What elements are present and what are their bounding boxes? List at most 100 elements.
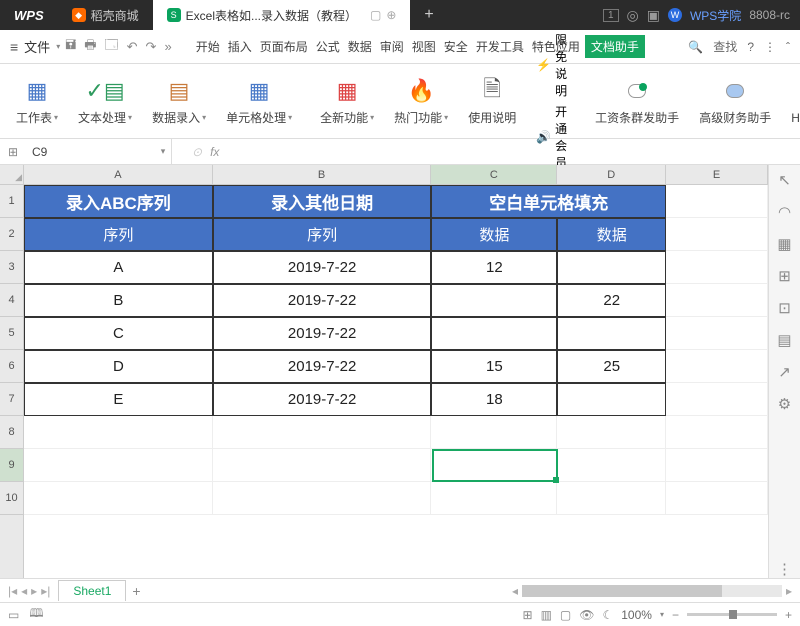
row-header-10[interactable]: 10 (0, 482, 23, 515)
menu-dochelper[interactable]: 文档助手 (585, 35, 645, 58)
box2-icon[interactable]: ▣ (647, 7, 660, 24)
row-header-4[interactable]: 4 (0, 284, 23, 317)
sheet-next-icon[interactable]: ▸ (29, 584, 39, 598)
cell-E8[interactable] (666, 416, 768, 449)
zoom-out-icon[interactable]: − (672, 608, 679, 622)
sheet-prev-icon[interactable]: ◂ (19, 584, 29, 598)
cell-A4[interactable]: B (24, 284, 213, 317)
zoom-value[interactable]: 100% (621, 608, 652, 622)
menu-view[interactable]: 视图 (409, 35, 439, 58)
view-normal-icon[interactable]: ⊞ (523, 608, 533, 622)
cell-A3[interactable]: A (24, 251, 213, 284)
redo-icon[interactable]: ↷ (143, 39, 160, 55)
collapse-icon[interactable]: ˆ (786, 40, 790, 54)
cell-C5[interactable] (431, 317, 557, 350)
rg-finance[interactable]: 高级财务助手 (691, 77, 779, 126)
col-header-B[interactable]: B (213, 165, 432, 184)
cell-C9[interactable] (431, 449, 557, 482)
cell-B7[interactable]: 2019-7-22 (213, 383, 432, 416)
help-icon[interactable]: ? (747, 40, 754, 54)
sp-grid-icon[interactable]: ⊞ (778, 267, 791, 285)
print-icon[interactable]: 🖶 (81, 36, 99, 58)
cell-B8[interactable] (213, 416, 432, 449)
cell-A5[interactable]: C (24, 317, 213, 350)
hscroll-thumb[interactable] (522, 585, 722, 597)
rg-hr[interactable]: HR助手 (783, 77, 800, 126)
cell-A8[interactable] (24, 416, 213, 449)
file-menu[interactable]: 文件 (24, 37, 50, 56)
col-header-C[interactable]: C (431, 165, 557, 184)
rg-usage[interactable]: 🗎 使用说明 (460, 77, 524, 126)
preview-icon[interactable]: 🗔 (102, 36, 122, 58)
row-header-3[interactable]: 3 (0, 251, 23, 284)
row-header-2[interactable]: 2 (0, 218, 23, 251)
rg-new-features[interactable]: ▦ 全新功能▾ (312, 77, 382, 126)
col-header-A[interactable]: A (24, 165, 213, 184)
cell-B5[interactable]: 2019-7-22 (213, 317, 432, 350)
cell-C7[interactable]: 18 (431, 383, 557, 416)
tab-doc[interactable]: S Excel表格如...录入数据（教程） ▢ ⊕ (153, 0, 411, 30)
exempt-link[interactable]: ⚡限免说明 (536, 31, 567, 99)
cell-A10[interactable] (24, 482, 213, 515)
cell-D9[interactable] (557, 449, 666, 482)
cell-D8[interactable] (557, 416, 666, 449)
cell-D10[interactable] (557, 482, 666, 515)
view-page-icon[interactable]: ▥ (541, 608, 552, 622)
cell-E3[interactable] (666, 251, 768, 284)
cloud-icon[interactable]: ◎ (627, 7, 639, 24)
namebox-dropdown[interactable]: ▾ (155, 146, 171, 157)
sheet-tab-1[interactable]: Sheet1 (58, 580, 126, 601)
cell-B6[interactable]: 2019-7-22 (213, 350, 432, 383)
cell-C4[interactable] (431, 284, 557, 317)
menu-layout[interactable]: 页面布局 (257, 35, 311, 58)
search-icon[interactable]: 🔍 (688, 40, 703, 54)
sp-export-icon[interactable]: ↗ (778, 363, 791, 381)
wps-academy-link[interactable]: WPS学院 (690, 7, 741, 24)
view-read-icon[interactable]: 👁 (579, 608, 594, 622)
cell-C8[interactable] (431, 416, 557, 449)
sp-more-icon[interactable]: ⋮ (777, 560, 792, 578)
rg-data-entry[interactable]: ▤ 数据录入▾ (144, 77, 214, 126)
cell-B4[interactable]: 2019-7-22 (213, 284, 432, 317)
cell-B9[interactable] (213, 449, 432, 482)
menu-data[interactable]: 数据 (345, 35, 375, 58)
rg-text[interactable]: ✓▤ 文本处理▾ (70, 77, 140, 126)
cell-A9[interactable] (24, 449, 213, 482)
col-header-E[interactable]: E (666, 165, 768, 184)
cell-E1[interactable] (666, 185, 768, 218)
sp-shape-icon[interactable]: ◠ (778, 203, 791, 221)
cell-E5[interactable] (666, 317, 768, 350)
tab-mall[interactable]: ◆ 稻壳商城 (58, 0, 153, 30)
cursor-icon[interactable]: ↖ (778, 171, 791, 189)
sheet-last-icon[interactable]: ▸| (39, 584, 52, 598)
cell-C2[interactable]: 数据 (431, 218, 557, 251)
menu-icon[interactable]: ≡ (10, 39, 18, 55)
sp-layers-icon[interactable]: ▤ (777, 331, 791, 349)
cell-B10[interactable] (213, 482, 432, 515)
tab-pin-icon[interactable]: ⊕ (386, 8, 396, 22)
cell-B1[interactable]: 录入其他日期 (213, 185, 432, 218)
rg-hot-features[interactable]: 🔥 热门功能▾ (386, 77, 456, 126)
cell-C6[interactable]: 15 (431, 350, 557, 383)
row-header-7[interactable]: 7 (0, 383, 23, 416)
cell-E9[interactable] (666, 449, 768, 482)
undo-icon[interactable]: ↶ (124, 39, 141, 55)
row-header-6[interactable]: 6 (0, 350, 23, 383)
hscroll-left-icon[interactable]: ◂ (510, 584, 520, 598)
row-header-5[interactable]: 5 (0, 317, 23, 350)
cell-C10[interactable] (431, 482, 557, 515)
menu-security[interactable]: 安全 (441, 35, 471, 58)
cell-D7[interactable] (557, 383, 666, 416)
hscroll-track[interactable] (522, 585, 782, 597)
add-sheet-button[interactable]: + (132, 583, 140, 599)
cell-C1D1[interactable]: 空白单元格填充 (431, 185, 666, 218)
rg-cell[interactable]: ▦ 单元格处理▾ (218, 77, 300, 126)
st-lock-icon[interactable]: 🕮 (29, 604, 43, 625)
save-icon[interactable]: 🖬 (62, 36, 79, 58)
cell-D4[interactable]: 22 (557, 284, 666, 317)
box-icon[interactable]: 1 (603, 9, 619, 22)
fx-label[interactable]: fx (210, 145, 219, 159)
cell-C3[interactable]: 12 (431, 251, 557, 284)
sp-dots-icon[interactable]: ⊡ (778, 299, 791, 317)
cell-E4[interactable] (666, 284, 768, 317)
